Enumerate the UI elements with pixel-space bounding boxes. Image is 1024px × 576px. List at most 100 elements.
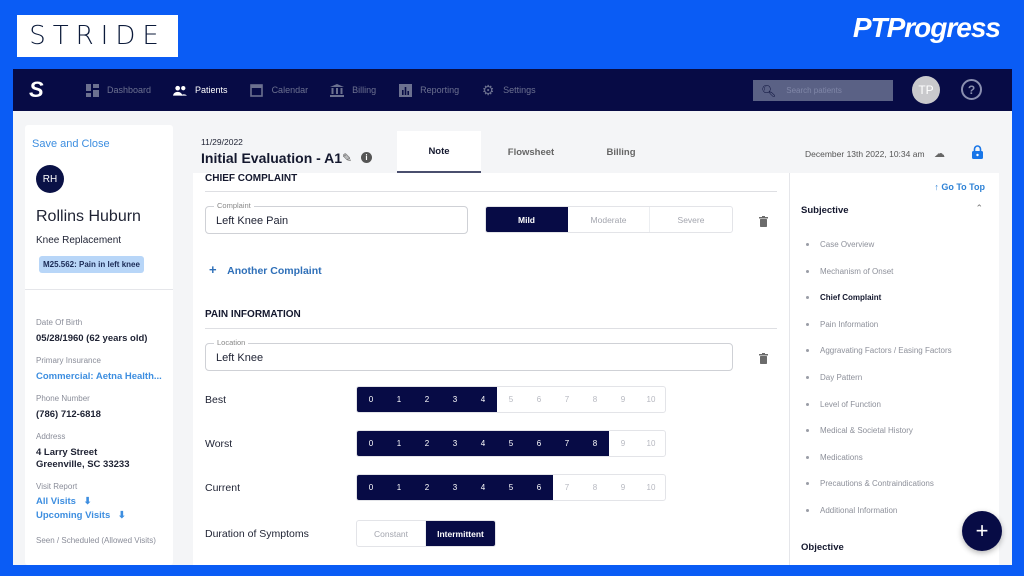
search-input[interactable] (786, 86, 887, 95)
pain-scale-option[interactable]: 6 (525, 431, 553, 456)
search-box[interactable]: 🔍︎ (753, 80, 893, 101)
help-icon[interactable]: ? (961, 79, 982, 100)
objective-section-header[interactable]: Objective (801, 542, 844, 553)
info-icon[interactable]: i (361, 152, 372, 163)
chevron-up-icon[interactable]: ⌃ (975, 203, 983, 214)
complaint-field-value: Left Knee Pain (216, 215, 289, 227)
edit-pencil-icon[interactable]: ✎ (342, 151, 352, 165)
nav-item-billing[interactable]: Billing (330, 83, 376, 97)
toc-item[interactable]: Pain Information (806, 320, 878, 329)
complaint-field[interactable]: Complaint Left Knee Pain (205, 201, 468, 234)
pain-scale-option[interactable]: 7 (553, 387, 581, 412)
pain-scale-option[interactable]: 5 (497, 431, 525, 456)
nav-item-label: Calendar (271, 85, 309, 95)
toc-item[interactable]: Aggravating Factors / Easing Factors (806, 346, 952, 355)
severity-option-moderate[interactable]: Moderate (568, 207, 650, 232)
toc-item[interactable]: Medications (806, 453, 863, 462)
bullet-icon (806, 429, 809, 433)
tab-billing[interactable]: Billing (579, 131, 663, 173)
delete-complaint-trash-icon[interactable] (759, 216, 768, 227)
pain-scale-option[interactable]: 6 (525, 387, 553, 412)
note-content: CHIEF COMPLAINT Complaint Left Knee Pain… (193, 173, 789, 565)
pain-worst-label: Worst (205, 438, 233, 450)
insurance-link[interactable]: Commercial: Aetna Health... (36, 370, 162, 384)
pain-scale-option[interactable]: 5 (497, 387, 525, 412)
pain-scale-option[interactable]: 4 (469, 475, 497, 500)
pain-scale-option[interactable]: 1 (385, 475, 413, 500)
tab-flowsheet[interactable]: Flowsheet (489, 131, 573, 173)
severity-option-mild[interactable]: Mild (486, 207, 568, 232)
pain-best-label: Best (205, 394, 227, 406)
pain-scale-option[interactable]: 9 (609, 475, 637, 500)
pain-scale-option[interactable]: 10 (637, 475, 665, 500)
toc-item[interactable]: Day Pattern (806, 373, 862, 382)
pain-scale-option[interactable]: 2 (413, 475, 441, 500)
upcoming-visits-link[interactable]: Upcoming Visits ⬇︎ (36, 509, 126, 523)
pain-scale-option[interactable]: 7 (553, 431, 581, 456)
stride-logo-text: STRIDE (29, 21, 166, 51)
go-to-top-label: Go To Top (941, 182, 985, 192)
add-fab-button[interactable]: + (962, 511, 1002, 551)
subjective-section-header[interactable]: Subjective (801, 205, 849, 216)
visit-report-label: Visit Report (36, 482, 78, 491)
bullet-icon (806, 243, 809, 246)
location-field-label: Location (214, 338, 249, 347)
nav-item-label: Billing (352, 85, 377, 95)
nav-item-calendar[interactable]: Calendar (250, 83, 309, 97)
bullet-icon (806, 349, 809, 353)
pain-scale-option[interactable]: 7 (553, 475, 581, 500)
nav-item-dashboard[interactable]: Dashboard (85, 83, 151, 97)
pain-scale-option[interactable]: 3 (441, 475, 469, 500)
severity-option-severe[interactable]: Severe (650, 207, 732, 232)
bullet-icon (806, 482, 809, 486)
toc-item[interactable]: Medical & Societal History (806, 426, 913, 435)
toc-item[interactable]: Precautions & Contraindications (806, 479, 934, 488)
pain-current-scale: 0 1 2 3 4 5 6 7 8 9 10 (356, 474, 666, 501)
delete-location-trash-icon[interactable] (759, 353, 768, 364)
nav-item-settings[interactable]: ⚙︎ Settings (481, 82, 536, 98)
pain-scale-option[interactable]: 8 (581, 431, 609, 456)
pain-scale-option[interactable]: 0 (357, 431, 385, 456)
plus-icon: + (209, 262, 217, 277)
pain-scale-option[interactable]: 5 (497, 475, 525, 500)
pain-scale-option[interactable]: 4 (469, 431, 497, 456)
pain-scale-option[interactable]: 0 (357, 475, 385, 500)
toc-item[interactable]: Level of Function (806, 400, 881, 409)
pain-scale-option[interactable]: 0 (357, 387, 385, 412)
nav-item-patients[interactable]: Patients (173, 83, 228, 97)
add-another-complaint-button[interactable]: + Another Complaint (209, 262, 322, 277)
pain-scale-option[interactable]: 8 (581, 475, 609, 500)
duration-option-constant[interactable]: Constant (357, 521, 426, 546)
pain-scale-option[interactable]: 8 (581, 387, 609, 412)
pain-scale-option[interactable]: 3 (441, 431, 469, 456)
toc-item[interactable]: Case Overview (806, 240, 874, 249)
location-field[interactable]: Location Left Knee (205, 338, 733, 371)
nav-item-reporting[interactable]: Reporting (398, 83, 459, 97)
pain-scale-option[interactable]: 10 (637, 431, 665, 456)
pain-current-label: Current (205, 482, 241, 494)
lock-icon[interactable] (971, 145, 984, 159)
location-field-value: Left Knee (216, 352, 264, 364)
tab-note[interactable]: Note (397, 131, 481, 173)
pain-scale-option[interactable]: 3 (441, 387, 469, 412)
patient-card: Save and Close RH Rollins Huburn Knee Re… (25, 125, 173, 565)
pain-scale-option[interactable]: 6 (525, 475, 553, 500)
pain-scale-option[interactable]: 10 (637, 387, 665, 412)
toc-item[interactable]: Chief Complaint (806, 293, 881, 302)
pain-scale-option[interactable]: 2 (413, 387, 441, 412)
pain-scale-option[interactable]: 9 (609, 431, 637, 456)
save-and-close-link[interactable]: Save and Close (32, 138, 110, 150)
pain-scale-option[interactable]: 4 (469, 387, 497, 412)
pain-scale-option[interactable]: 1 (385, 431, 413, 456)
toc-item-label: Level of Function (820, 399, 881, 409)
pain-scale-option[interactable]: 9 (609, 387, 637, 412)
app-logo-icon[interactable]: S (29, 77, 59, 103)
pain-scale-option[interactable]: 2 (413, 431, 441, 456)
all-visits-link[interactable]: All Visits ⬇︎ (36, 495, 92, 509)
pain-scale-option[interactable]: 1 (385, 387, 413, 412)
toc-item[interactable]: Mechanism of Onset (806, 267, 893, 276)
toc-item[interactable]: Additional Information (806, 506, 897, 515)
user-avatar[interactable]: TP (912, 76, 940, 104)
duration-option-intermittent[interactable]: Intermittent (426, 521, 495, 546)
go-to-top-button[interactable]: ↑ Go To Top (934, 182, 985, 192)
